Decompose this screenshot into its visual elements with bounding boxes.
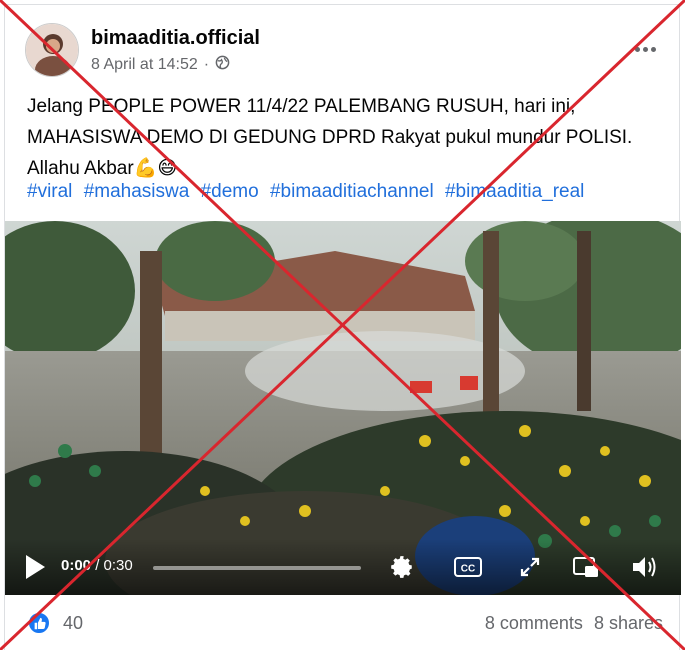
- post-text-line: Allahu Akbar💪😄: [27, 158, 178, 179]
- time-separator: /: [95, 557, 100, 574]
- hashtag-list: #viral #mahasiswa #demo #bimaaditiachann…: [27, 181, 590, 203]
- shares-count[interactable]: 8 shares: [594, 613, 663, 633]
- post-text-line: Jelang PEOPLE POWER 11/4/22 PALEMBANG RU…: [27, 96, 576, 117]
- hashtag-link[interactable]: #bimaaditiachannel: [270, 181, 434, 202]
- video-duration: 0:30: [103, 557, 133, 574]
- video-player[interactable]: 0:00 / 0:30 CC: [5, 221, 681, 595]
- reaction-count[interactable]: 40: [63, 613, 83, 634]
- more-dot-icon: [634, 46, 640, 52]
- video-progress-bar[interactable]: [153, 566, 361, 570]
- more-dot-icon: [642, 46, 648, 52]
- post-timestamp[interactable]: 8 April at 14:52: [91, 56, 198, 74]
- gear-icon[interactable]: [387, 553, 417, 581]
- hashtag-link[interactable]: #bimaaditia_real: [445, 181, 584, 202]
- author-name[interactable]: bimaaditia.official: [91, 27, 260, 50]
- hashtag-link[interactable]: #mahasiswa: [84, 181, 190, 202]
- post-meta: 8 April at 14:52 ·: [91, 55, 230, 75]
- hashtag-link[interactable]: #demo: [201, 181, 259, 202]
- globe-icon: [215, 55, 230, 75]
- fullscreen-icon[interactable]: [515, 553, 545, 581]
- current-time: 0:00: [61, 557, 92, 574]
- post-text: Jelang PEOPLE POWER 11/4/22 PALEMBANG RU…: [27, 91, 667, 184]
- comments-count[interactable]: 8 comments: [485, 613, 583, 633]
- hashtag-link[interactable]: #viral: [27, 181, 72, 202]
- meta-separator: ·: [203, 56, 210, 73]
- more-dot-icon: [650, 46, 656, 52]
- volume-icon[interactable]: [629, 553, 659, 581]
- engagement-stats: 8 comments 8 shares: [479, 613, 663, 634]
- video-time: 0:00 / 0:30: [61, 557, 133, 574]
- play-icon[interactable]: [23, 553, 47, 581]
- svg-text:CC: CC: [461, 564, 475, 575]
- picture-in-picture-icon[interactable]: [571, 553, 601, 581]
- post-text-line: MAHASISWA DEMO DI GEDUNG DPRD Rakyat puk…: [27, 127, 633, 148]
- closed-captions-icon[interactable]: CC: [451, 553, 485, 581]
- video-controls: 0:00 / 0:30 CC: [5, 539, 681, 595]
- more-options-button[interactable]: [631, 39, 659, 59]
- post-footer: 40 8 comments 8 shares: [5, 595, 681, 650]
- like-icon[interactable]: [27, 611, 51, 635]
- author-avatar[interactable]: [25, 23, 79, 77]
- post-header: bimaaditia.official 8 April at 14:52 ·: [25, 21, 665, 81]
- post-card: bimaaditia.official 8 April at 14:52 · J…: [4, 4, 681, 650]
